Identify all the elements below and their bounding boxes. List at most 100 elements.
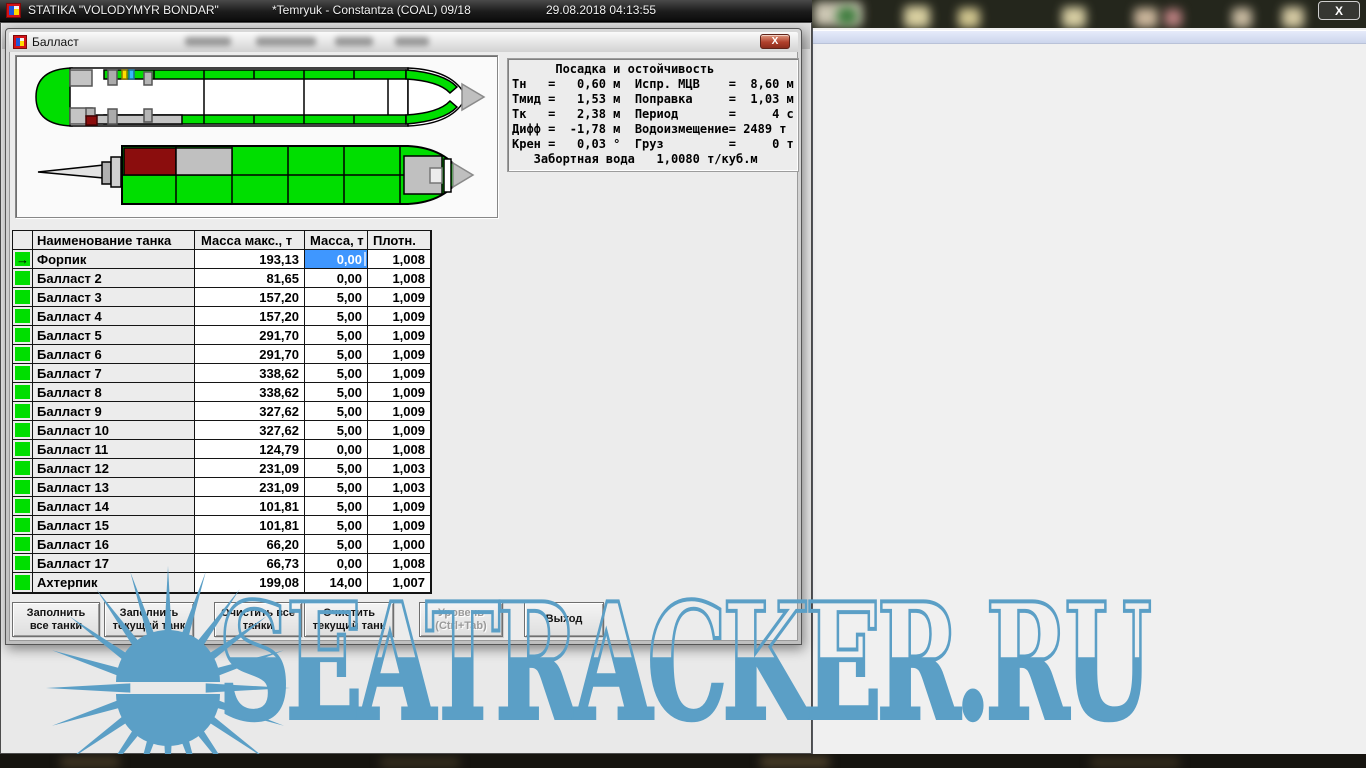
table-row[interactable]: →Форпик193,130,001,008 bbox=[13, 250, 430, 269]
tank-max-mass-cell[interactable]: 291,70 bbox=[195, 345, 305, 364]
tank-name-cell[interactable]: Балласт 7 bbox=[33, 364, 195, 383]
app-titlebar[interactable]: STATIKA "VOLODYMYR BONDAR" *Temryuk - Co… bbox=[0, 0, 812, 22]
tank-mass-cell[interactable]: 5,00 bbox=[305, 307, 368, 326]
tank-name-cell[interactable]: Форпик bbox=[33, 250, 195, 269]
tank-mass-cell[interactable]: 5,00 bbox=[305, 402, 368, 421]
table-row[interactable]: Балласт 8338,625,001,009 bbox=[13, 383, 430, 402]
table-row[interactable]: Балласт 12231,095,001,003 bbox=[13, 459, 430, 478]
tank-density-cell[interactable]: 1,009 bbox=[368, 345, 430, 364]
tank-max-mass-cell[interactable]: 101,81 bbox=[195, 497, 305, 516]
tank-name-cell[interactable]: Балласт 11 bbox=[33, 440, 195, 459]
tank-mass-cell[interactable]: 0,00 bbox=[305, 269, 368, 288]
tank-name-cell[interactable]: Балласт 8 bbox=[33, 383, 195, 402]
tank-max-mass-cell[interactable]: 338,62 bbox=[195, 364, 305, 383]
table-row[interactable]: Балласт 1666,205,001,000 bbox=[13, 535, 430, 554]
tank-density-cell[interactable]: 1,009 bbox=[368, 326, 430, 345]
tank-density-cell[interactable]: 1,009 bbox=[368, 497, 430, 516]
tank-mass-cell[interactable]: 0,00 bbox=[305, 250, 368, 269]
tank-mass-cell[interactable]: 5,00 bbox=[305, 383, 368, 402]
dialog-titlebar[interactable]: Балласт X bbox=[9, 32, 798, 52]
tank-mass-cell[interactable]: 5,00 bbox=[305, 364, 368, 383]
tank-max-mass-cell[interactable]: 81,65 bbox=[195, 269, 305, 288]
tank-mass-cell[interactable]: 5,00 bbox=[305, 288, 368, 307]
tank-max-mass-cell[interactable]: 124,79 bbox=[195, 440, 305, 459]
tank-density-cell[interactable]: 1,007 bbox=[368, 573, 430, 592]
tank-fill-indicator bbox=[15, 442, 30, 456]
table-row[interactable]: Балласт 5291,705,001,009 bbox=[13, 326, 430, 345]
tank-density-cell[interactable]: 1,009 bbox=[368, 516, 430, 535]
table-row[interactable]: Ахтерпик199,0814,001,007 bbox=[13, 573, 430, 592]
clear-all-tanks-button[interactable]: Очистить все танки bbox=[214, 602, 302, 637]
table-row[interactable]: Балласт 281,650,001,008 bbox=[13, 269, 430, 288]
tank-density-cell[interactable]: 1,009 bbox=[368, 364, 430, 383]
tank-name-cell[interactable]: Балласт 2 bbox=[33, 269, 195, 288]
tank-mass-cell[interactable]: 14,00 bbox=[305, 573, 368, 592]
tank-mass-cell[interactable]: 0,00 bbox=[305, 440, 368, 459]
tank-name-cell[interactable]: Балласт 3 bbox=[33, 288, 195, 307]
tank-density-cell[interactable]: 1,009 bbox=[368, 383, 430, 402]
tank-max-mass-cell[interactable]: 66,20 bbox=[195, 535, 305, 554]
tank-max-mass-cell[interactable]: 327,62 bbox=[195, 421, 305, 440]
tank-name-cell[interactable]: Балласт 17 bbox=[33, 554, 195, 573]
tank-max-mass-cell[interactable]: 327,62 bbox=[195, 402, 305, 421]
table-row[interactable]: Балласт 1766,730,001,008 bbox=[13, 554, 430, 573]
tank-mass-cell[interactable]: 5,00 bbox=[305, 345, 368, 364]
tank-max-mass-cell[interactable]: 193,13 bbox=[195, 250, 305, 269]
table-row[interactable]: Балласт 4157,205,001,009 bbox=[13, 307, 430, 326]
tank-max-mass-cell[interactable]: 157,20 bbox=[195, 288, 305, 307]
tank-mass-cell[interactable]: 5,00 bbox=[305, 459, 368, 478]
tank-name-cell[interactable]: Ахтерпик bbox=[33, 573, 195, 592]
tank-mass-cell[interactable]: 5,00 bbox=[305, 535, 368, 554]
tank-max-mass-cell[interactable]: 157,20 bbox=[195, 307, 305, 326]
tank-density-cell[interactable]: 1,009 bbox=[368, 307, 430, 326]
exit-button[interactable]: Выход bbox=[524, 602, 604, 637]
table-row[interactable]: Балласт 9327,625,001,009 bbox=[13, 402, 430, 421]
tank-density-cell[interactable]: 1,008 bbox=[368, 269, 430, 288]
tank-max-mass-cell[interactable]: 338,62 bbox=[195, 383, 305, 402]
tank-density-cell[interactable]: 1,000 bbox=[368, 535, 430, 554]
clear-current-tank-button[interactable]: Очистить текущий танк bbox=[304, 602, 394, 637]
tank-density-cell[interactable]: 1,009 bbox=[368, 288, 430, 307]
tank-max-mass-cell[interactable]: 199,08 bbox=[195, 573, 305, 592]
tank-name-cell[interactable]: Балласт 15 bbox=[33, 516, 195, 535]
tank-max-mass-cell[interactable]: 231,09 bbox=[195, 459, 305, 478]
tank-mass-cell[interactable]: 5,00 bbox=[305, 421, 368, 440]
tank-name-cell[interactable]: Балласт 12 bbox=[33, 459, 195, 478]
tank-max-mass-cell[interactable]: 231,09 bbox=[195, 478, 305, 497]
table-row[interactable]: Балласт 10327,625,001,009 bbox=[13, 421, 430, 440]
tank-name-cell[interactable]: Балласт 16 bbox=[33, 535, 195, 554]
fill-current-tank-button[interactable]: Заполнить текущий танк bbox=[104, 602, 194, 637]
tank-density-cell[interactable]: 1,008 bbox=[368, 250, 430, 269]
tank-density-cell[interactable]: 1,003 bbox=[368, 459, 430, 478]
tank-mass-cell[interactable]: 5,00 bbox=[305, 478, 368, 497]
tank-name-cell[interactable]: Балласт 4 bbox=[33, 307, 195, 326]
tank-max-mass-cell[interactable]: 66,73 bbox=[195, 554, 305, 573]
tank-mass-cell[interactable]: 5,00 bbox=[305, 326, 368, 345]
tank-density-cell[interactable]: 1,009 bbox=[368, 421, 430, 440]
tank-density-cell[interactable]: 1,003 bbox=[368, 478, 430, 497]
table-row[interactable]: Балласт 3157,205,001,009 bbox=[13, 288, 430, 307]
tank-mass-cell[interactable]: 0,00 bbox=[305, 554, 368, 573]
table-row[interactable]: Балласт 15101,815,001,009 bbox=[13, 516, 430, 535]
table-row[interactable]: Балласт 7338,625,001,009 bbox=[13, 364, 430, 383]
tank-density-cell[interactable]: 1,009 bbox=[368, 402, 430, 421]
screen-close-button[interactable]: X bbox=[1318, 1, 1360, 20]
tank-max-mass-cell[interactable]: 291,70 bbox=[195, 326, 305, 345]
tank-name-cell[interactable]: Балласт 14 bbox=[33, 497, 195, 516]
tank-mass-cell[interactable]: 5,00 bbox=[305, 516, 368, 535]
table-row[interactable]: Балласт 6291,705,001,009 bbox=[13, 345, 430, 364]
tank-name-cell[interactable]: Балласт 6 bbox=[33, 345, 195, 364]
tank-name-cell[interactable]: Балласт 9 bbox=[33, 402, 195, 421]
tank-density-cell[interactable]: 1,008 bbox=[368, 440, 430, 459]
tank-name-cell[interactable]: Балласт 10 bbox=[33, 421, 195, 440]
table-row[interactable]: Балласт 14101,815,001,009 bbox=[13, 497, 430, 516]
tank-name-cell[interactable]: Балласт 13 bbox=[33, 478, 195, 497]
tank-mass-cell[interactable]: 5,00 bbox=[305, 497, 368, 516]
table-row[interactable]: Балласт 13231,095,001,003 bbox=[13, 478, 430, 497]
tank-name-cell[interactable]: Балласт 5 bbox=[33, 326, 195, 345]
dialog-close-button[interactable]: X bbox=[760, 34, 790, 49]
fill-all-tanks-button[interactable]: Заполнить все танки bbox=[12, 602, 100, 637]
tank-max-mass-cell[interactable]: 101,81 bbox=[195, 516, 305, 535]
tank-density-cell[interactable]: 1,008 bbox=[368, 554, 430, 573]
table-row[interactable]: Балласт 11124,790,001,008 bbox=[13, 440, 430, 459]
